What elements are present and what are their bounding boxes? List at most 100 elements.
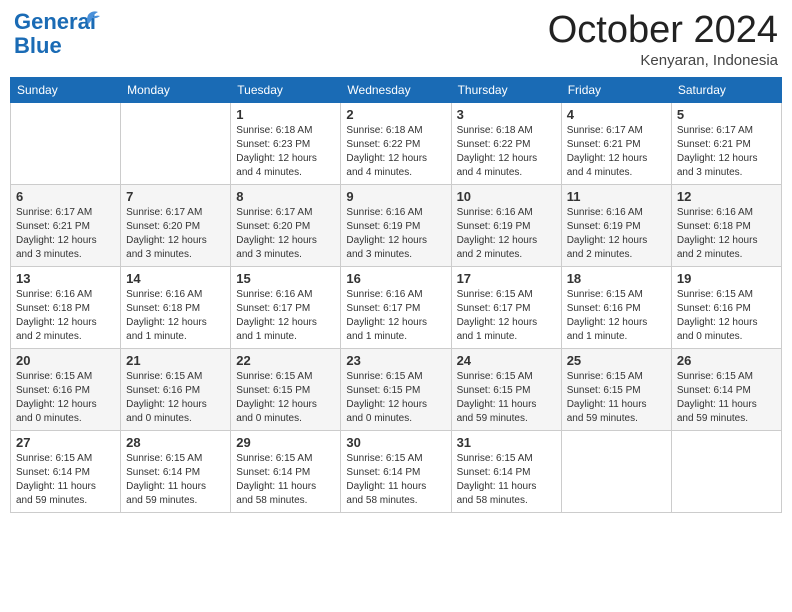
day-info: Sunrise: 6:15 AM Sunset: 6:16 PM Dayligh… xyxy=(126,370,225,426)
day-info: Sunrise: 6:15 AM Sunset: 6:14 PM Dayligh… xyxy=(126,452,225,508)
location: Kenyaran, Indonesia xyxy=(548,52,778,69)
calendar-cell: 12 Sunrise: 6:16 AM Sunset: 6:18 PM Dayli… xyxy=(671,184,781,266)
day-number: 2 xyxy=(346,107,445,122)
weekday-header-sunday: Sunday xyxy=(11,77,121,102)
title-block: October 2024 Kenyaran, Indonesia xyxy=(548,10,778,69)
day-number: 14 xyxy=(126,271,225,286)
day-info: Sunrise: 6:15 AM Sunset: 6:16 PM Dayligh… xyxy=(16,370,115,426)
day-number: 1 xyxy=(236,107,335,122)
day-number: 17 xyxy=(457,271,556,286)
day-number: 24 xyxy=(457,353,556,368)
calendar-cell xyxy=(121,102,231,184)
day-info: Sunrise: 6:15 AM Sunset: 6:17 PM Dayligh… xyxy=(457,288,556,344)
day-number: 25 xyxy=(567,353,666,368)
day-info: Sunrise: 6:16 AM Sunset: 6:17 PM Dayligh… xyxy=(346,288,445,344)
day-info: Sunrise: 6:15 AM Sunset: 6:16 PM Dayligh… xyxy=(677,288,776,344)
week-row-1: 1 Sunrise: 6:18 AM Sunset: 6:23 PM Daylig… xyxy=(11,102,782,184)
day-info: Sunrise: 6:18 AM Sunset: 6:22 PM Dayligh… xyxy=(346,124,445,180)
calendar-cell: 14 Sunrise: 6:16 AM Sunset: 6:18 PM Dayli… xyxy=(121,266,231,348)
week-row-4: 20Sunrise: 6:15 AM Sunset: 6:16 PM Dayli… xyxy=(11,348,782,430)
day-info: Sunrise: 6:18 AM Sunset: 6:23 PM Dayligh… xyxy=(236,124,335,180)
day-number: 28 xyxy=(126,435,225,450)
day-info: Sunrise: 6:16 AM Sunset: 6:18 PM Dayligh… xyxy=(16,288,115,344)
calendar-cell: 28 Sunrise: 6:15 AM Sunset: 6:14 PM Dayli… xyxy=(121,430,231,512)
page-header: GeneralBlue October 2024 Kenyaran, Indon… xyxy=(10,10,782,69)
day-number: 27 xyxy=(16,435,115,450)
day-info: Sunrise: 6:15 AM Sunset: 6:14 PM Dayligh… xyxy=(677,370,776,426)
day-info: Sunrise: 6:15 AM Sunset: 6:15 PM Dayligh… xyxy=(457,370,556,426)
day-number: 11 xyxy=(567,189,666,204)
day-info: Sunrise: 6:18 AM Sunset: 6:22 PM Dayligh… xyxy=(457,124,556,180)
day-number: 21 xyxy=(126,353,225,368)
calendar-cell: 1 Sunrise: 6:18 AM Sunset: 6:23 PM Daylig… xyxy=(231,102,341,184)
week-row-3: 13 Sunrise: 6:16 AM Sunset: 6:18 PM Dayli… xyxy=(11,266,782,348)
day-number: 9 xyxy=(346,189,445,204)
day-info: Sunrise: 6:16 AM Sunset: 6:18 PM Dayligh… xyxy=(126,288,225,344)
day-number: 26 xyxy=(677,353,776,368)
day-number: 30 xyxy=(346,435,445,450)
day-info: Sunrise: 6:17 AM Sunset: 6:20 PM Dayligh… xyxy=(236,206,335,262)
day-number: 12 xyxy=(677,189,776,204)
calendar-cell: 4 Sunrise: 6:17 AM Sunset: 6:21 PM Daylig… xyxy=(561,102,671,184)
calendar-cell: 21 Sunrise: 6:15 AM Sunset: 6:16 PM Dayli… xyxy=(121,348,231,430)
calendar-cell: 23 Sunrise: 6:15 AM Sunset: 6:15 PM Dayli… xyxy=(341,348,451,430)
day-number: 8 xyxy=(236,189,335,204)
day-number: 6 xyxy=(16,189,115,204)
calendar-cell: 19 Sunrise: 6:15 AM Sunset: 6:16 PM Dayli… xyxy=(671,266,781,348)
calendar-cell: 8 Sunrise: 6:17 AM Sunset: 6:20 PM Daylig… xyxy=(231,184,341,266)
calendar-cell xyxy=(11,102,121,184)
weekday-header-saturday: Saturday xyxy=(671,77,781,102)
day-info: Sunrise: 6:15 AM Sunset: 6:15 PM Dayligh… xyxy=(567,370,666,426)
calendar-cell: 31 Sunrise: 6:15 AM Sunset: 6:14 PM Dayli… xyxy=(451,430,561,512)
day-info: Sunrise: 6:16 AM Sunset: 6:18 PM Dayligh… xyxy=(677,206,776,262)
day-number: 18 xyxy=(567,271,666,286)
calendar-cell: 13 Sunrise: 6:16 AM Sunset: 6:18 PM Dayli… xyxy=(11,266,121,348)
day-info: Sunrise: 6:17 AM Sunset: 6:21 PM Dayligh… xyxy=(567,124,666,180)
calendar-cell: 17 Sunrise: 6:15 AM Sunset: 6:17 PM Dayli… xyxy=(451,266,561,348)
weekday-header-tuesday: Tuesday xyxy=(231,77,341,102)
calendar-cell: 22 Sunrise: 6:15 AM Sunset: 6:15 PM Dayli… xyxy=(231,348,341,430)
day-info: Sunrise: 6:17 AM Sunset: 6:20 PM Dayligh… xyxy=(126,206,225,262)
day-number: 4 xyxy=(567,107,666,122)
day-number: 22 xyxy=(236,353,335,368)
calendar-cell xyxy=(671,430,781,512)
day-info: Sunrise: 6:15 AM Sunset: 6:16 PM Dayligh… xyxy=(567,288,666,344)
calendar-cell: 10Sunrise: 6:16 AM Sunset: 6:19 PM Dayli… xyxy=(451,184,561,266)
calendar-cell: 30 Sunrise: 6:15 AM Sunset: 6:14 PM Dayli… xyxy=(341,430,451,512)
calendar-cell: 6Sunrise: 6:17 AM Sunset: 6:21 PM Daylig… xyxy=(11,184,121,266)
day-number: 5 xyxy=(677,107,776,122)
day-info: Sunrise: 6:16 AM Sunset: 6:19 PM Dayligh… xyxy=(567,206,666,262)
day-number: 31 xyxy=(457,435,556,450)
calendar-cell: 26 Sunrise: 6:15 AM Sunset: 6:14 PM Dayli… xyxy=(671,348,781,430)
calendar-cell: 24 Sunrise: 6:15 AM Sunset: 6:15 PM Dayli… xyxy=(451,348,561,430)
weekday-header-friday: Friday xyxy=(561,77,671,102)
day-number: 23 xyxy=(346,353,445,368)
day-info: Sunrise: 6:15 AM Sunset: 6:15 PM Dayligh… xyxy=(236,370,335,426)
day-number: 7 xyxy=(126,189,225,204)
week-row-2: 6Sunrise: 6:17 AM Sunset: 6:21 PM Daylig… xyxy=(11,184,782,266)
calendar-cell xyxy=(561,430,671,512)
calendar-cell: 11 Sunrise: 6:16 AM Sunset: 6:19 PM Dayli… xyxy=(561,184,671,266)
day-info: Sunrise: 6:16 AM Sunset: 6:17 PM Dayligh… xyxy=(236,288,335,344)
day-info: Sunrise: 6:15 AM Sunset: 6:14 PM Dayligh… xyxy=(346,452,445,508)
calendar-cell: 20Sunrise: 6:15 AM Sunset: 6:16 PM Dayli… xyxy=(11,348,121,430)
day-number: 19 xyxy=(677,271,776,286)
day-info: Sunrise: 6:16 AM Sunset: 6:19 PM Dayligh… xyxy=(346,206,445,262)
weekday-header-row: SundayMondayTuesdayWednesdayThursdayFrid… xyxy=(11,77,782,102)
calendar-cell: 15 Sunrise: 6:16 AM Sunset: 6:17 PM Dayli… xyxy=(231,266,341,348)
weekday-header-thursday: Thursday xyxy=(451,77,561,102)
calendar-cell: 18 Sunrise: 6:15 AM Sunset: 6:16 PM Dayli… xyxy=(561,266,671,348)
calendar-cell: 16 Sunrise: 6:16 AM Sunset: 6:17 PM Dayli… xyxy=(341,266,451,348)
day-info: Sunrise: 6:15 AM Sunset: 6:14 PM Dayligh… xyxy=(457,452,556,508)
logo: GeneralBlue xyxy=(14,10,100,58)
day-info: Sunrise: 6:15 AM Sunset: 6:15 PM Dayligh… xyxy=(346,370,445,426)
day-number: 13 xyxy=(16,271,115,286)
day-number: 3 xyxy=(457,107,556,122)
day-number: 16 xyxy=(346,271,445,286)
calendar-cell: 27Sunrise: 6:15 AM Sunset: 6:14 PM Dayli… xyxy=(11,430,121,512)
day-number: 15 xyxy=(236,271,335,286)
weekday-header-monday: Monday xyxy=(121,77,231,102)
weekday-header-wednesday: Wednesday xyxy=(341,77,451,102)
day-number: 29 xyxy=(236,435,335,450)
calendar-cell: 3 Sunrise: 6:18 AM Sunset: 6:22 PM Daylig… xyxy=(451,102,561,184)
